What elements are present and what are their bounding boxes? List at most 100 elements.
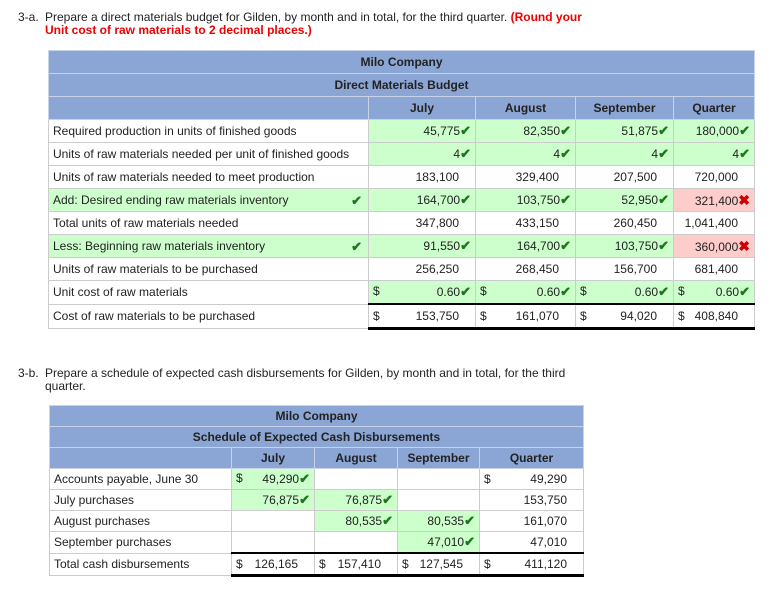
value-cell[interactable]: 103,750✔	[575, 234, 674, 258]
cell-value: 156,700	[613, 262, 657, 276]
cell-value: 329,400	[515, 170, 559, 184]
check-icon: ✔	[658, 146, 669, 161]
row-label: Total cash disbursements	[49, 552, 232, 576]
cell-value: 52,950	[621, 193, 659, 207]
value-cell[interactable]: 45,775✔	[368, 119, 476, 143]
value-cell	[231, 510, 315, 532]
x-mark-icon: ✖	[738, 191, 750, 208]
value-cell: 260,450	[575, 211, 674, 235]
cell-value: 126,165	[254, 557, 298, 571]
value-cell[interactable]: 52,950✔	[575, 188, 674, 212]
cell-value: 256,250	[415, 262, 459, 276]
cell-value: 103,750	[614, 239, 659, 253]
value-cell[interactable]: $0.60✔	[575, 280, 674, 305]
value-cell: $408,840	[673, 303, 755, 330]
dollar-sign: $	[480, 284, 487, 298]
value-cell[interactable]: 91,550✔	[368, 234, 476, 258]
value-cell[interactable]: $49,290✔	[231, 468, 315, 490]
value-cell[interactable]: 76,875✔	[314, 489, 398, 511]
value-cell[interactable]: 4✔	[475, 142, 576, 166]
cell-value: 360,000	[694, 239, 739, 254]
check-icon: ✔	[739, 284, 750, 299]
column-header: Quarter	[479, 447, 584, 469]
value-cell[interactable]: 4✔	[673, 142, 755, 166]
column-header: July	[231, 447, 315, 469]
value-cell: 183,100	[368, 165, 476, 189]
cash-disbursements-table: Milo Company Schedule of Expected Cash Di…	[49, 405, 584, 577]
table-row: August purchases 80,535✔ 80,535✔ 161,070	[49, 510, 584, 532]
cell-value: 153,750	[415, 309, 459, 323]
value-cell[interactable]: 321,400✖	[673, 188, 755, 212]
cell-value: 76,875	[345, 493, 383, 507]
row-label: Total units of raw materials needed	[48, 211, 369, 235]
value-cell[interactable]: 76,875✔	[231, 489, 315, 511]
value-cell[interactable]: 4✔	[368, 142, 476, 166]
table-title: Schedule of Expected Cash Disbursements	[49, 426, 584, 448]
value-cell[interactable]: 360,000✖	[673, 234, 755, 258]
question-3a: 3-a. Prepare a direct materials budget f…	[18, 11, 588, 37]
cell-value: 161,070	[523, 514, 567, 528]
value-cell[interactable]: 180,000✔	[673, 119, 755, 143]
value-cell[interactable]: 80,535✔	[314, 510, 398, 532]
value-cell: $161,070	[475, 303, 576, 330]
check-icon: ✔	[739, 123, 750, 138]
cell-value: 91,550	[423, 239, 461, 253]
value-cell[interactable]: 164,700✔	[368, 188, 476, 212]
cell-value: 207,500	[613, 170, 657, 184]
table-row: July purchases 76,875✔ 76,875✔ 153,750	[49, 489, 584, 511]
value-cell[interactable]: 51,875✔	[575, 119, 674, 143]
value-cell: $127,545	[397, 552, 480, 577]
value-cell: 1,041,400	[673, 211, 755, 235]
table-row: Total units of raw materials needed 347,8…	[48, 211, 755, 235]
check-icon: ✔	[460, 284, 471, 299]
check-icon: ✔	[560, 123, 571, 138]
value-cell[interactable]: 103,750✔	[475, 188, 576, 212]
value-cell: 207,500	[575, 165, 674, 189]
cell-value: 0.60	[436, 285, 461, 299]
cell-value: 49,290	[530, 472, 567, 486]
check-icon: ✔	[382, 513, 393, 528]
value-cell: $94,020	[575, 303, 674, 330]
value-cell[interactable]: $0.60✔	[475, 280, 576, 305]
value-cell: 153,750	[479, 489, 584, 511]
value-cell[interactable]: 82,350✔	[475, 119, 576, 143]
value-cell	[314, 531, 398, 554]
column-header: September	[575, 96, 674, 120]
dollar-sign: $	[580, 284, 587, 298]
check-icon: ✔	[460, 146, 471, 161]
value-cell[interactable]: 47,010✔	[397, 531, 480, 554]
value-cell: $411,120	[479, 552, 584, 577]
value-cell[interactable]: $0.60✔	[673, 280, 755, 305]
value-cell[interactable]: 164,700✔	[475, 234, 576, 258]
row-label: Accounts payable, June 30	[49, 468, 232, 490]
table-row: Less: Beginning raw materials inventory ✔…	[48, 234, 755, 258]
value-cell[interactable]: 4✔	[575, 142, 674, 166]
value-cell[interactable]: 80,535✔	[397, 510, 480, 532]
check-icon: ✔	[299, 471, 310, 486]
cell-value: 49,290	[262, 472, 300, 486]
value-cell: 720,000	[673, 165, 755, 189]
check-icon: ✔	[351, 239, 362, 254]
check-icon: ✔	[460, 123, 471, 138]
value-cell: $157,410	[314, 552, 398, 577]
cell-value: 76,875	[262, 493, 300, 507]
value-cell[interactable]: $0.60✔	[368, 280, 476, 305]
row-label: Units of raw materials needed per unit o…	[48, 142, 369, 166]
check-icon: ✔	[658, 284, 669, 299]
dollar-sign: $	[236, 471, 243, 485]
dollar-sign: $	[373, 309, 380, 323]
dollar-sign: $	[236, 557, 243, 571]
value-cell: 156,700	[575, 257, 674, 281]
row-label: Add: Desired ending raw materials invent…	[48, 188, 369, 212]
cell-value: 433,150	[515, 216, 559, 230]
table-row: Units of raw materials needed per unit o…	[48, 142, 755, 166]
value-cell: 347,800	[368, 211, 476, 235]
cell-value: 720,000	[694, 170, 738, 184]
row-label: Cost of raw materials to be purchased	[48, 303, 369, 329]
cell-value: 80,535	[427, 514, 465, 528]
value-cell: $153,750	[368, 303, 476, 330]
dollar-sign: $	[580, 309, 587, 323]
header-blank	[48, 96, 369, 120]
x-mark-icon: ✖	[738, 237, 750, 254]
header-blank	[49, 447, 232, 469]
